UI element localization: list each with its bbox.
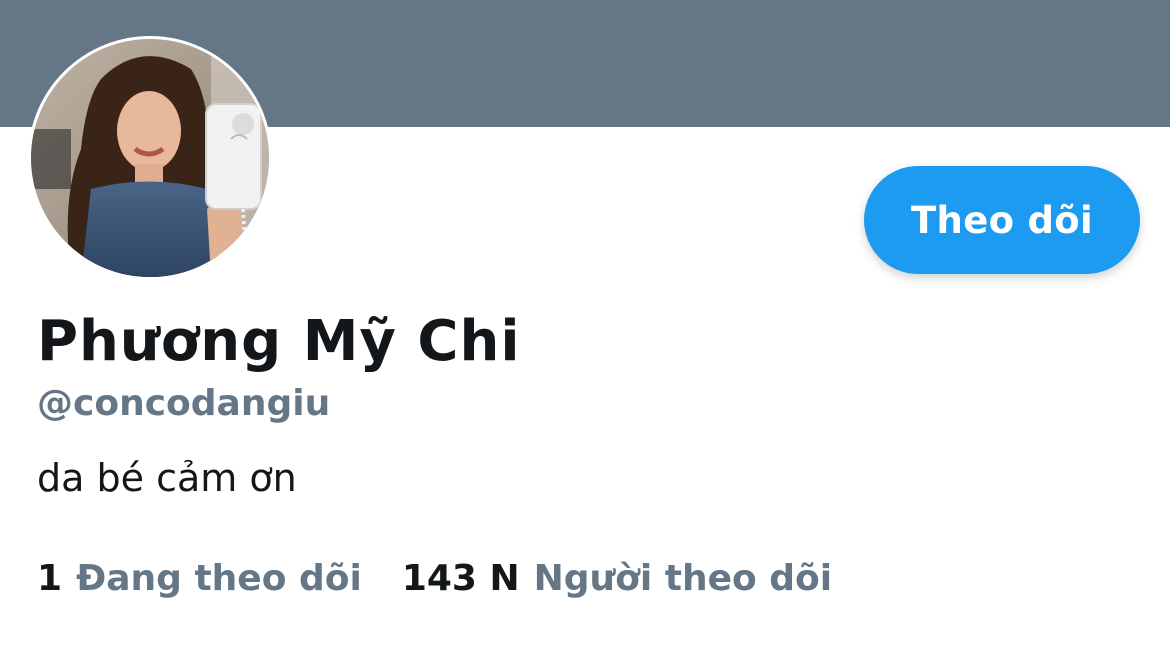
following-stat[interactable]: 1 Đang theo dõi xyxy=(37,558,362,599)
display-name: Phương Mỹ Chi xyxy=(37,309,521,374)
profile-bio: da bé cảm ơn xyxy=(37,456,297,500)
followers-count: 143 N xyxy=(401,558,520,599)
follow-button[interactable]: Theo dõi xyxy=(864,166,1140,274)
follow-stats: 1 Đang theo dõi 143 N Người theo dõi xyxy=(37,558,832,599)
followers-label: Người theo dõi xyxy=(533,558,833,599)
following-count: 1 xyxy=(37,558,63,599)
followers-stat[interactable]: 143 N Người theo dõi xyxy=(402,558,832,599)
avatar-photo xyxy=(31,39,269,277)
avatar[interactable] xyxy=(28,36,272,280)
profile-header: Theo dõi Phương Mỹ Chi @concodangiu da b… xyxy=(0,0,1170,662)
following-label: Đang theo dõi xyxy=(76,558,362,599)
username-handle: @concodangiu xyxy=(37,383,331,424)
